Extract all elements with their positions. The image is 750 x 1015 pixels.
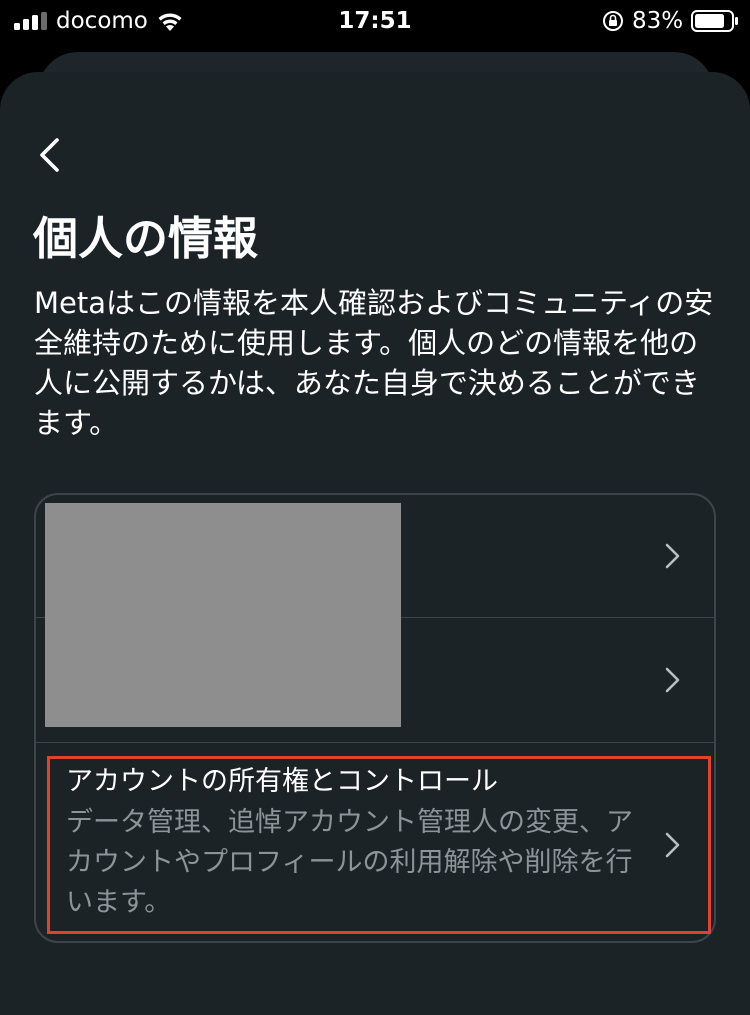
chevron-right-icon: [665, 667, 680, 693]
redacted-area: [45, 503, 401, 727]
status-bar: docomo 17:51 83%: [0, 0, 750, 42]
chevron-right-icon: [665, 543, 680, 569]
back-button[interactable]: [30, 132, 70, 178]
rotation-lock-icon: [603, 11, 623, 31]
chevron-right-icon: [665, 832, 680, 858]
battery-percent: 83%: [632, 8, 684, 34]
page-description: Metaはこの情報を本人確認およびコミュニティの安全維持のために使用します。個人…: [34, 286, 714, 440]
page-title: 個人の情報: [33, 212, 259, 265]
list-item-subtitle: データ管理、追悼アカウント管理人の変更、アカウントやプロフィールの利用解除や削除…: [66, 807, 633, 918]
battery-icon: [691, 10, 738, 32]
account-ownership-control-item[interactable]: アカウントの所有権とコントロール データ管理、追悼アカウント管理人の変更、アカウ…: [36, 743, 714, 941]
list-item-title: アカウントの所有権とコントロール: [66, 766, 498, 797]
